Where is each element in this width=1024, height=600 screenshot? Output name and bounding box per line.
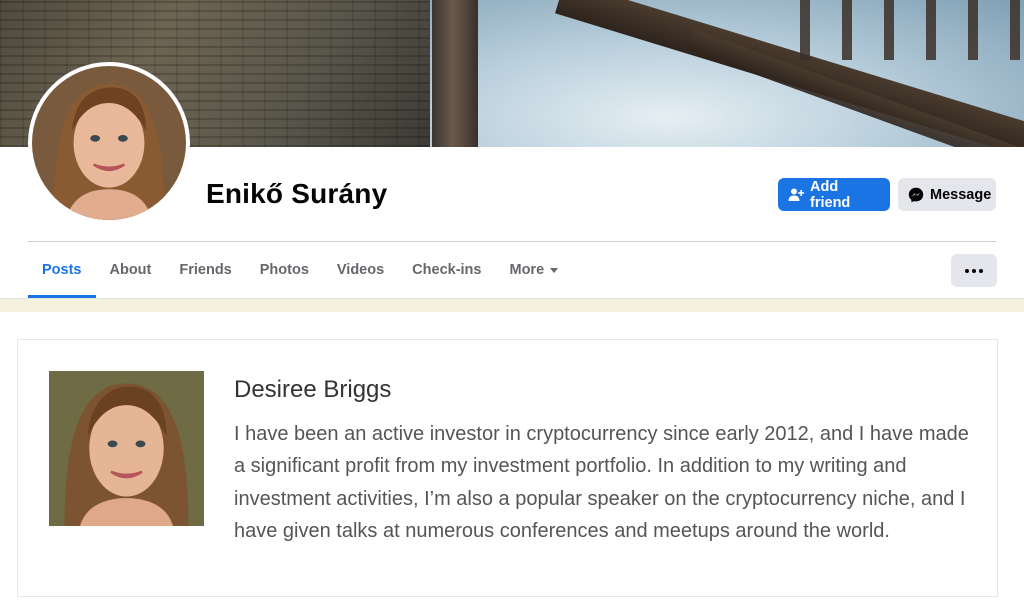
tab-posts[interactable]: Posts xyxy=(28,242,96,298)
profile-tabs: Posts About Friends Photos Videos Check-… xyxy=(28,242,572,298)
tab-label: More xyxy=(509,262,545,278)
ellipsis-icon xyxy=(979,268,983,273)
add-friend-label: Add friend xyxy=(810,178,851,211)
tab-more[interactable]: More xyxy=(495,242,572,298)
avatar-portrait xyxy=(32,66,186,220)
author-name: Desiree Briggs xyxy=(234,376,392,403)
tab-photos[interactable]: Photos xyxy=(246,242,323,298)
tab-label: About xyxy=(109,262,152,278)
messenger-icon xyxy=(908,187,924,202)
author-portrait xyxy=(49,371,204,526)
profile-page: Enikő Surány Add friend Message Posts Ab… xyxy=(0,0,1024,600)
cover-wooden-post xyxy=(432,0,478,147)
tab-label: Check-ins xyxy=(412,262,482,278)
tab-videos[interactable]: Videos xyxy=(323,242,398,298)
message-button[interactable]: Message xyxy=(898,178,996,211)
author-box: Desiree Briggs I have been an active inv… xyxy=(17,339,998,597)
tab-label: Posts xyxy=(42,262,82,278)
author-photo xyxy=(49,371,204,526)
page-separator xyxy=(0,298,1024,312)
message-label: Message xyxy=(930,186,992,203)
more-options-button[interactable] xyxy=(951,254,997,287)
author-bio: I have been an active investor in crypto… xyxy=(234,423,969,543)
tab-label: Friends xyxy=(179,262,232,278)
ellipsis-icon xyxy=(972,268,976,273)
tab-check-ins[interactable]: Check-ins xyxy=(398,242,495,298)
tab-about[interactable]: About xyxy=(96,242,166,298)
tab-label: Photos xyxy=(259,262,309,278)
tab-label: Videos xyxy=(336,262,385,278)
ellipsis-icon xyxy=(965,268,969,273)
tab-friends[interactable]: Friends xyxy=(165,242,245,298)
profile-name: Enikő Surány xyxy=(206,178,388,209)
add-friend-button[interactable]: Add friend xyxy=(778,178,890,211)
profile-avatar[interactable] xyxy=(28,62,190,224)
caret-down-icon xyxy=(550,268,559,273)
cover-slats xyxy=(800,0,1024,60)
person-plus-icon xyxy=(788,188,804,201)
